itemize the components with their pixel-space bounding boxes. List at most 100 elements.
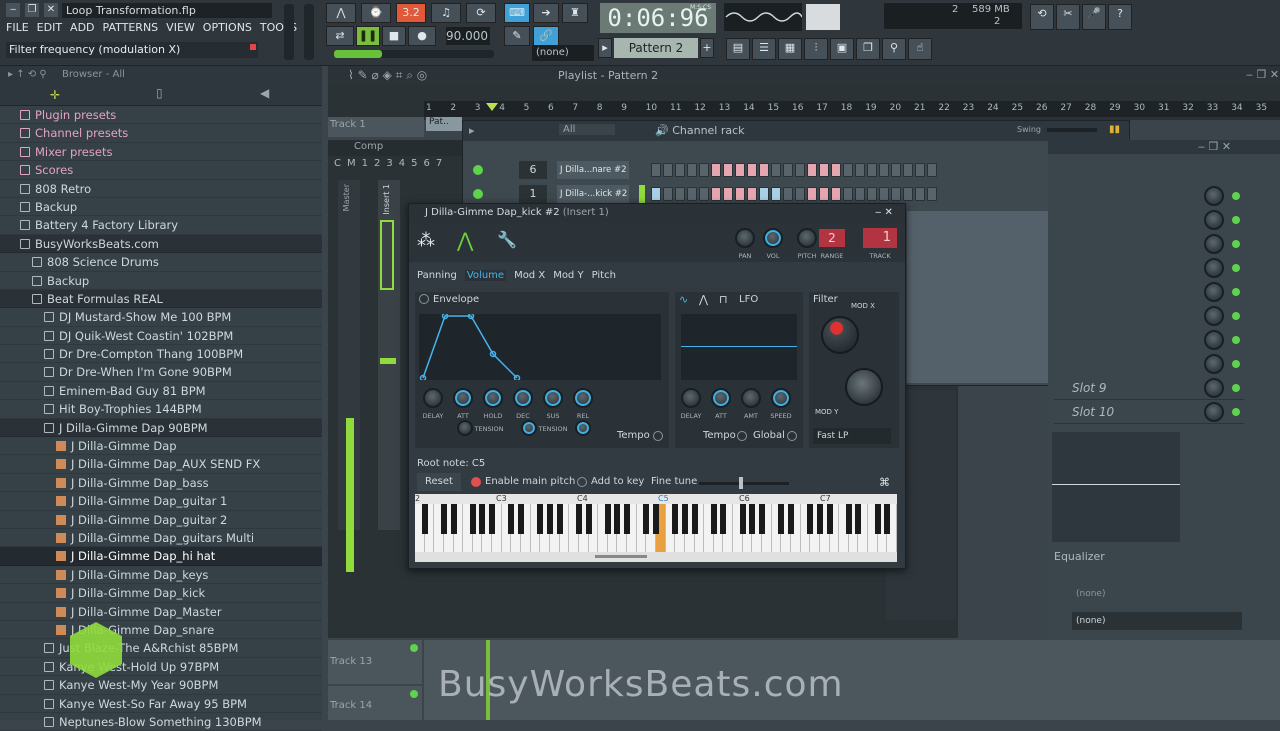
lfo-speed-knob[interactable]: [771, 388, 791, 408]
master-pitch-slider[interactable]: [304, 4, 314, 60]
fx-slot-enable-led[interactable]: [1232, 360, 1240, 368]
fx-slot-mix-knob[interactable]: [1204, 234, 1224, 254]
fine-tune-slider[interactable]: [699, 477, 789, 489]
menu-item-patterns[interactable]: PATTERNS: [103, 21, 159, 37]
piano-black-key[interactable]: [845, 504, 852, 534]
piano-black-key[interactable]: [479, 504, 486, 534]
track-13-led[interactable]: [410, 644, 418, 652]
filter-cutoff-knob[interactable]: [821, 316, 859, 354]
step-pad[interactable]: [795, 187, 805, 201]
channel-mute-led[interactable]: [473, 165, 483, 175]
browser-item[interactable]: Dr Dre-Compton Thang 100BPM: [0, 345, 322, 364]
mixer-track-number[interactable]: C: [334, 158, 341, 169]
piano-black-key[interactable]: [556, 504, 563, 534]
channel-name-button[interactable]: J Dilla...nare #2: [557, 161, 629, 179]
piano-black-key[interactable]: [624, 504, 631, 534]
browser-item[interactable]: J Dilla-Gimme Dap_guitars Multi: [0, 529, 322, 548]
playhead-marker[interactable]: [486, 103, 498, 111]
pan-knob[interactable]: [735, 228, 755, 248]
browser-file-icon[interactable]: ▯: [156, 86, 163, 100]
fx-slot-mix-knob[interactable]: [1204, 186, 1224, 206]
insert-1-fader[interactable]: [380, 358, 396, 364]
equalizer-graph[interactable]: [1052, 432, 1180, 542]
fx-route-select-1[interactable]: (none): [1076, 589, 1105, 599]
fx-slot-enable-led[interactable]: [1232, 408, 1240, 416]
volume-knob[interactable]: [763, 228, 783, 248]
mixer-track-number[interactable]: 3: [386, 158, 392, 169]
piano-black-key[interactable]: [739, 504, 746, 534]
browser-item[interactable]: J Dilla-Gimme Dap_bass: [0, 474, 322, 493]
envelope-sus-knob[interactable]: [543, 388, 563, 408]
piano-black-key[interactable]: [537, 504, 544, 534]
fx-slot-enable-led[interactable]: [1232, 240, 1240, 248]
step-pad[interactable]: [903, 163, 913, 177]
keyboard-scroll-thumb[interactable]: [595, 555, 647, 558]
browser-item[interactable]: J Dilla-Gimme Dap_guitar 1: [0, 492, 322, 511]
step-pad[interactable]: [819, 187, 829, 201]
step-pad[interactable]: [723, 163, 733, 177]
piano-black-key[interactable]: [421, 504, 428, 534]
link-icon[interactable]: 🔗: [533, 26, 559, 46]
root-note-keyboard[interactable]: [415, 504, 897, 552]
browser-item[interactable]: Kanye West-My Year 90BPM: [0, 676, 322, 695]
fx-panel-window-buttons[interactable]: ‒ ❐ ✕: [1198, 140, 1231, 153]
fx-slot-enable-led[interactable]: [1232, 192, 1240, 200]
browser-item[interactable]: Just Blaze-The A&Rchist 85BPM: [0, 639, 322, 658]
step-pad[interactable]: [831, 187, 841, 201]
envelope-att-knob[interactable]: [453, 388, 473, 408]
step-pad[interactable]: [711, 187, 721, 201]
pencil-icon[interactable]: ✎: [504, 26, 530, 46]
envelope-tempo-toggle[interactable]: [653, 431, 663, 441]
mixer-track-display[interactable]: 1: [863, 228, 897, 248]
envelope-tab-mod-x[interactable]: Mod X: [514, 270, 545, 281]
step-pad[interactable]: [867, 187, 877, 201]
piano-black-key[interactable]: [720, 504, 727, 534]
metronome-button[interactable]: ⋀: [326, 3, 356, 23]
plugin-tab-settings-icon[interactable]: 🔧: [497, 230, 517, 249]
menu-item-view[interactable]: VIEW: [166, 21, 195, 37]
step-pad[interactable]: [711, 163, 721, 177]
wait-input-button[interactable]: ⌚: [361, 3, 391, 23]
step-pad[interactable]: [735, 163, 745, 177]
playlist-window-buttons[interactable]: ‒ ❐ ✕: [1246, 68, 1279, 81]
piano-black-key[interactable]: [643, 504, 650, 534]
channel-settings-icon[interactable]: ▣: [830, 38, 854, 60]
fx-slot-mix-knob[interactable]: [1204, 354, 1224, 374]
step-pad[interactable]: [747, 187, 757, 201]
fx-slot-enable-led[interactable]: [1232, 264, 1240, 272]
envelope-enable-toggle[interactable]: [419, 294, 429, 304]
step-pad[interactable]: [855, 187, 865, 201]
lfo-tempo-toggle[interactable]: [737, 431, 747, 441]
playlist-tools-icons[interactable]: ⌇ ✎ ⌀ ◈ ⌗ ⌕ ◎: [348, 68, 427, 83]
step-pad[interactable]: [759, 163, 769, 177]
browser-item[interactable]: Kanye West-Hold Up 97BPM: [0, 658, 322, 677]
lfo-amt-knob[interactable]: [741, 388, 761, 408]
step-pad[interactable]: [771, 163, 781, 177]
track-14-led[interactable]: [410, 690, 418, 698]
mixer-track-number[interactable]: 5: [411, 158, 417, 169]
lfo-global-toggle[interactable]: [787, 431, 797, 441]
step-pad[interactable]: [879, 187, 889, 201]
step-pad[interactable]: [783, 163, 793, 177]
browser-item[interactable]: J Dilla-Gimme Dap: [0, 437, 322, 456]
menu-item-edit[interactable]: EDIT: [37, 21, 62, 37]
song-position-slider[interactable]: [334, 50, 494, 58]
playlist-icon[interactable]: ▤: [726, 38, 750, 60]
multilink-button[interactable]: ♜: [562, 3, 588, 23]
step-pad[interactable]: [675, 187, 685, 201]
fx-slot-mix-knob[interactable]: [1204, 378, 1224, 398]
piano-black-key[interactable]: [489, 504, 496, 534]
piano-black-key[interactable]: [508, 504, 515, 534]
piano-keyboard-icon[interactable]: ⌘: [879, 476, 890, 489]
browser-item[interactable]: 808 Science Drums: [0, 253, 322, 272]
piano-black-key[interactable]: [884, 504, 891, 534]
stop-button[interactable]: ■: [382, 26, 406, 46]
step-pad[interactable]: [831, 163, 841, 177]
piano-black-key[interactable]: [681, 504, 688, 534]
piano-black-key[interactable]: [672, 504, 679, 534]
browser-item[interactable]: Beat Formulas REAL: [0, 289, 322, 309]
browser-item[interactable]: Backup: [0, 272, 322, 290]
undo-icon[interactable]: ⟲: [1030, 4, 1054, 30]
fx-slot-enable-led[interactable]: [1232, 216, 1240, 224]
add-to-key-toggle[interactable]: [577, 477, 587, 487]
